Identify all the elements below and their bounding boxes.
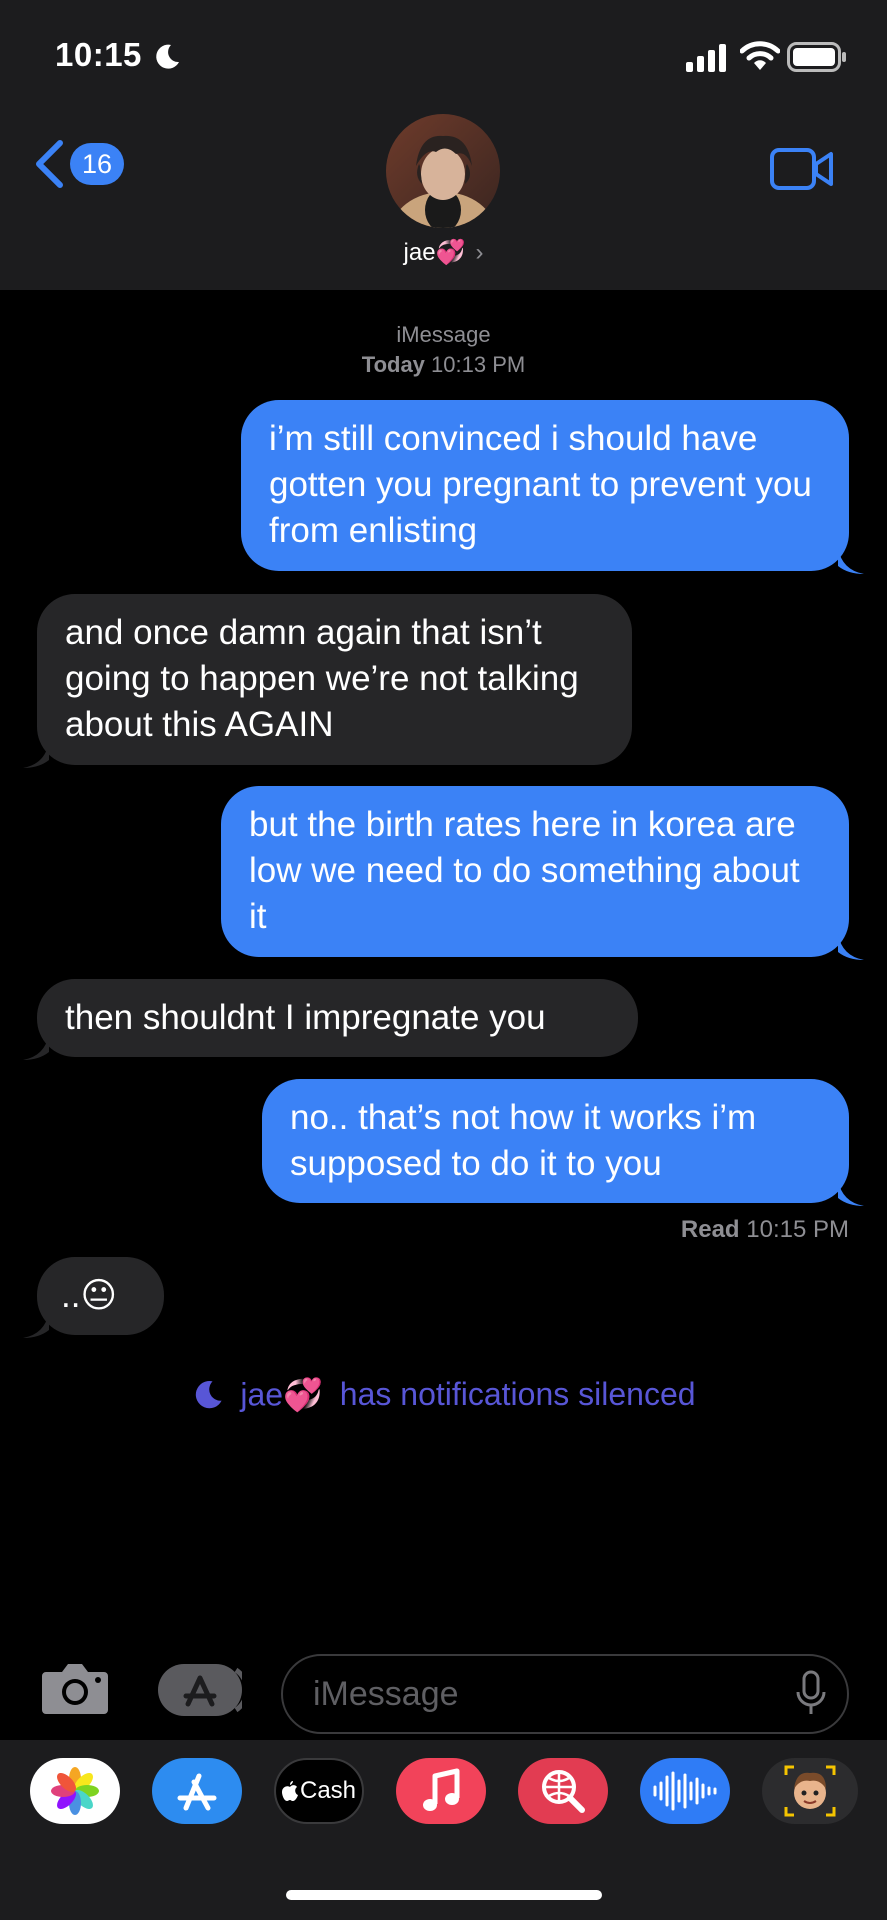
contact-name: jae💞 bbox=[403, 239, 466, 266]
apple-cash-label: Cash bbox=[299, 1777, 357, 1804]
avatar-photo bbox=[386, 114, 500, 228]
chevron-right-icon: › bbox=[475, 239, 484, 266]
date-time: 10:13 PM bbox=[431, 352, 526, 377]
contact-name-button[interactable]: jae💞 › bbox=[0, 238, 887, 267]
home-indicator[interactable] bbox=[286, 1890, 602, 1900]
silenced-contact-name: jae💞 bbox=[240, 1376, 323, 1413]
web-search-app-button[interactable] bbox=[518, 1758, 608, 1824]
battery-icon bbox=[787, 42, 846, 72]
message-bubble-sent[interactable]: but the birth rates here in korea are lo… bbox=[221, 786, 849, 957]
message-bubble-sent[interactable]: no.. that’s not how it works i’m suppose… bbox=[262, 1079, 849, 1203]
message-input[interactable] bbox=[311, 1674, 755, 1715]
apple-logo-icon bbox=[281, 1781, 298, 1801]
memoji-icon bbox=[784, 1765, 836, 1817]
focus-moon-icon bbox=[156, 44, 179, 69]
bubble-tail bbox=[838, 1180, 864, 1206]
message-text: i’m still convinced i should have gotten… bbox=[269, 419, 812, 550]
photos-icon bbox=[51, 1767, 99, 1815]
audio-message-app-button[interactable] bbox=[640, 1758, 730, 1824]
back-button[interactable]: 16 bbox=[34, 140, 124, 188]
cellular-signal-icon bbox=[686, 44, 726, 72]
bubble-tail bbox=[23, 742, 49, 768]
bubble-tail bbox=[838, 934, 864, 960]
photos-app-button[interactable] bbox=[30, 1758, 120, 1824]
read-time: 10:15 PM bbox=[746, 1216, 849, 1243]
chevron-left-icon bbox=[36, 140, 63, 188]
microphone-icon[interactable] bbox=[796, 1670, 826, 1716]
message-text: no.. that’s not how it works i’m suppose… bbox=[290, 1098, 757, 1183]
read-label: Read bbox=[680, 1216, 740, 1243]
notifications-silenced-notice: jae💞 has notifications silenced bbox=[0, 1374, 887, 1414]
memoji-app-button[interactable] bbox=[762, 1758, 858, 1824]
message-text: then shouldnt I impregnate you bbox=[65, 998, 546, 1037]
message-bubble-sent[interactable]: i’m still convinced i should have gotten… bbox=[241, 400, 849, 571]
app-store-icon bbox=[177, 1773, 217, 1811]
read-receipt: Read 10:15 PM bbox=[681, 1216, 849, 1244]
app-store-icon bbox=[183, 1667, 250, 1713]
music-note-icon bbox=[423, 1768, 460, 1811]
message-bubble-received[interactable]: then shouldnt I impregnate you bbox=[37, 979, 638, 1057]
status-time: 10:15 bbox=[55, 36, 142, 73]
facetime-video-icon[interactable] bbox=[770, 148, 834, 190]
music-app-button[interactable] bbox=[396, 1758, 486, 1824]
message-bubble-received[interactable]: and once damn again that isn’t going to … bbox=[37, 594, 632, 765]
message-text: but the birth rates here in korea are lo… bbox=[249, 805, 800, 936]
message-input-field[interactable] bbox=[281, 1654, 849, 1734]
contact-avatar[interactable] bbox=[386, 114, 500, 228]
wifi-icon bbox=[740, 41, 780, 70]
moon-icon bbox=[196, 1380, 223, 1408]
app-store-app-button[interactable] bbox=[152, 1758, 242, 1824]
conversation-meta: iMessage Today 10:13 PM bbox=[0, 320, 887, 380]
apple-cash-app-button[interactable]: Cash bbox=[274, 1758, 364, 1824]
web-search-icon bbox=[542, 1770, 585, 1813]
date-label: Today bbox=[361, 352, 425, 377]
camera-icon[interactable] bbox=[40, 1660, 110, 1716]
message-text: ..😐 bbox=[61, 1276, 117, 1315]
unread-count-badge: 16 bbox=[70, 143, 124, 185]
timestamp: Today 10:13 PM bbox=[0, 350, 887, 380]
service-label: iMessage bbox=[396, 322, 491, 347]
bubble-tail bbox=[23, 1034, 49, 1060]
bubble-tail bbox=[23, 1312, 49, 1338]
bubble-tail bbox=[838, 548, 864, 574]
message-text: and once damn again that isn’t going to … bbox=[65, 613, 579, 744]
silenced-text: has notifications silenced bbox=[339, 1376, 696, 1413]
waveform-icon bbox=[653, 1771, 717, 1811]
app-store-drawer-button[interactable] bbox=[158, 1664, 250, 1716]
message-bubble-received[interactable]: ..😐 bbox=[37, 1257, 164, 1335]
